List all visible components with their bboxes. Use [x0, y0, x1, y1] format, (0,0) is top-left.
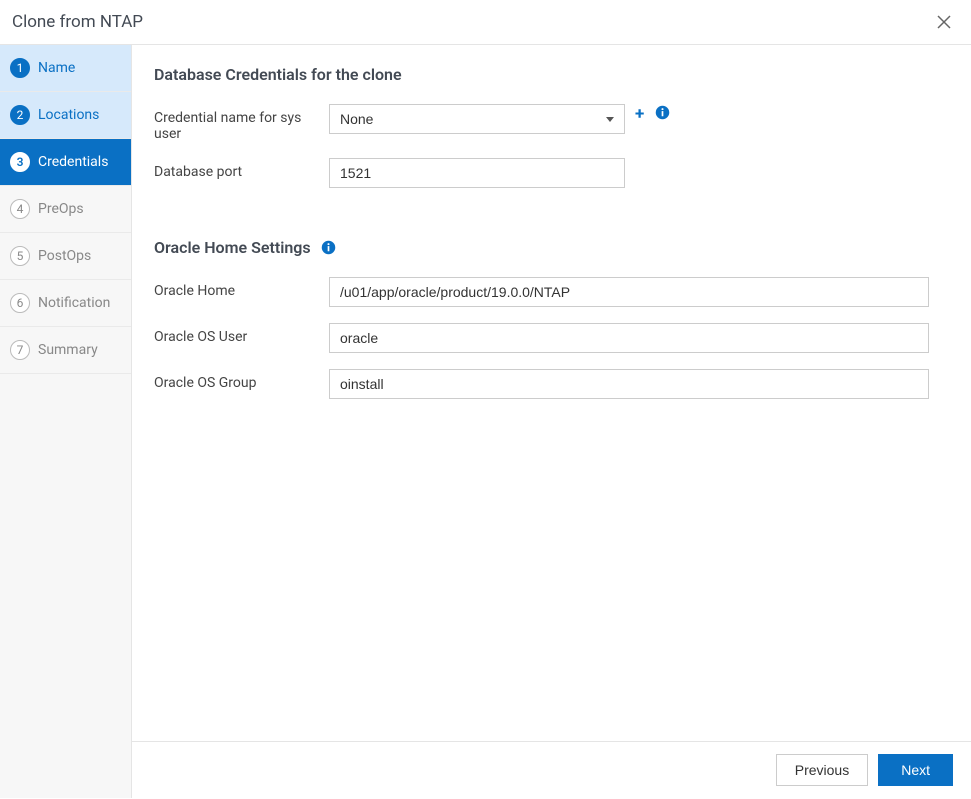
- chevron-down-icon: [606, 117, 614, 122]
- credential-name-value: None: [340, 111, 373, 127]
- add-credential-icon[interactable]: +: [635, 104, 644, 124]
- wizard-step-postops[interactable]: 5 PostOps: [0, 233, 131, 280]
- wizard-step-summary[interactable]: 7 Summary: [0, 327, 131, 374]
- step-label: Credentials: [38, 154, 108, 170]
- wizard-step-notification[interactable]: 6 Notification: [0, 280, 131, 327]
- label-oracle-os-group: Oracle OS Group: [154, 369, 329, 391]
- wizard-step-credentials[interactable]: 3 Credentials: [0, 139, 131, 186]
- label-credential-name: Credential name for sys user: [154, 104, 329, 142]
- label-database-port: Database port: [154, 158, 329, 180]
- wizard-step-preops[interactable]: 4 PreOps: [0, 186, 131, 233]
- step-number: 6: [10, 293, 30, 313]
- oracle-os-user-input[interactable]: [329, 323, 929, 353]
- step-label: Notification: [38, 295, 110, 311]
- oracle-home-input[interactable]: [329, 277, 929, 307]
- close-icon[interactable]: [935, 13, 953, 31]
- step-number: 3: [10, 152, 30, 172]
- next-button[interactable]: Next: [878, 754, 953, 786]
- step-number: 7: [10, 340, 30, 360]
- step-label: PostOps: [38, 248, 91, 264]
- credential-name-select[interactable]: None: [329, 104, 625, 134]
- wizard-step-locations[interactable]: 2 Locations: [0, 92, 131, 139]
- step-number: 5: [10, 246, 30, 266]
- step-label: Name: [38, 60, 75, 76]
- wizard-steps: 1 Name 2 Locations 3 Credentials 4 PreOps 5 PostO…: [0, 45, 132, 798]
- section-title-oracle-home: Oracle Home Settings: [154, 238, 311, 257]
- oracle-os-group-input[interactable]: [329, 369, 929, 399]
- label-oracle-home: Oracle Home: [154, 277, 329, 299]
- step-number: 1: [10, 58, 30, 78]
- step-number: 4: [10, 199, 30, 219]
- label-oracle-os-user: Oracle OS User: [154, 323, 329, 345]
- step-label: PreOps: [38, 201, 84, 217]
- section-title-credentials: Database Credentials for the clone: [154, 65, 949, 84]
- info-icon[interactable]: [321, 240, 337, 256]
- previous-button[interactable]: Previous: [776, 754, 868, 786]
- step-label: Summary: [38, 342, 98, 358]
- info-icon[interactable]: [654, 104, 670, 120]
- wizard-step-name[interactable]: 1 Name: [0, 45, 131, 92]
- step-number: 2: [10, 105, 30, 125]
- page-title: Clone from NTAP: [12, 12, 143, 32]
- database-port-input[interactable]: [329, 158, 625, 188]
- step-label: Locations: [38, 107, 99, 123]
